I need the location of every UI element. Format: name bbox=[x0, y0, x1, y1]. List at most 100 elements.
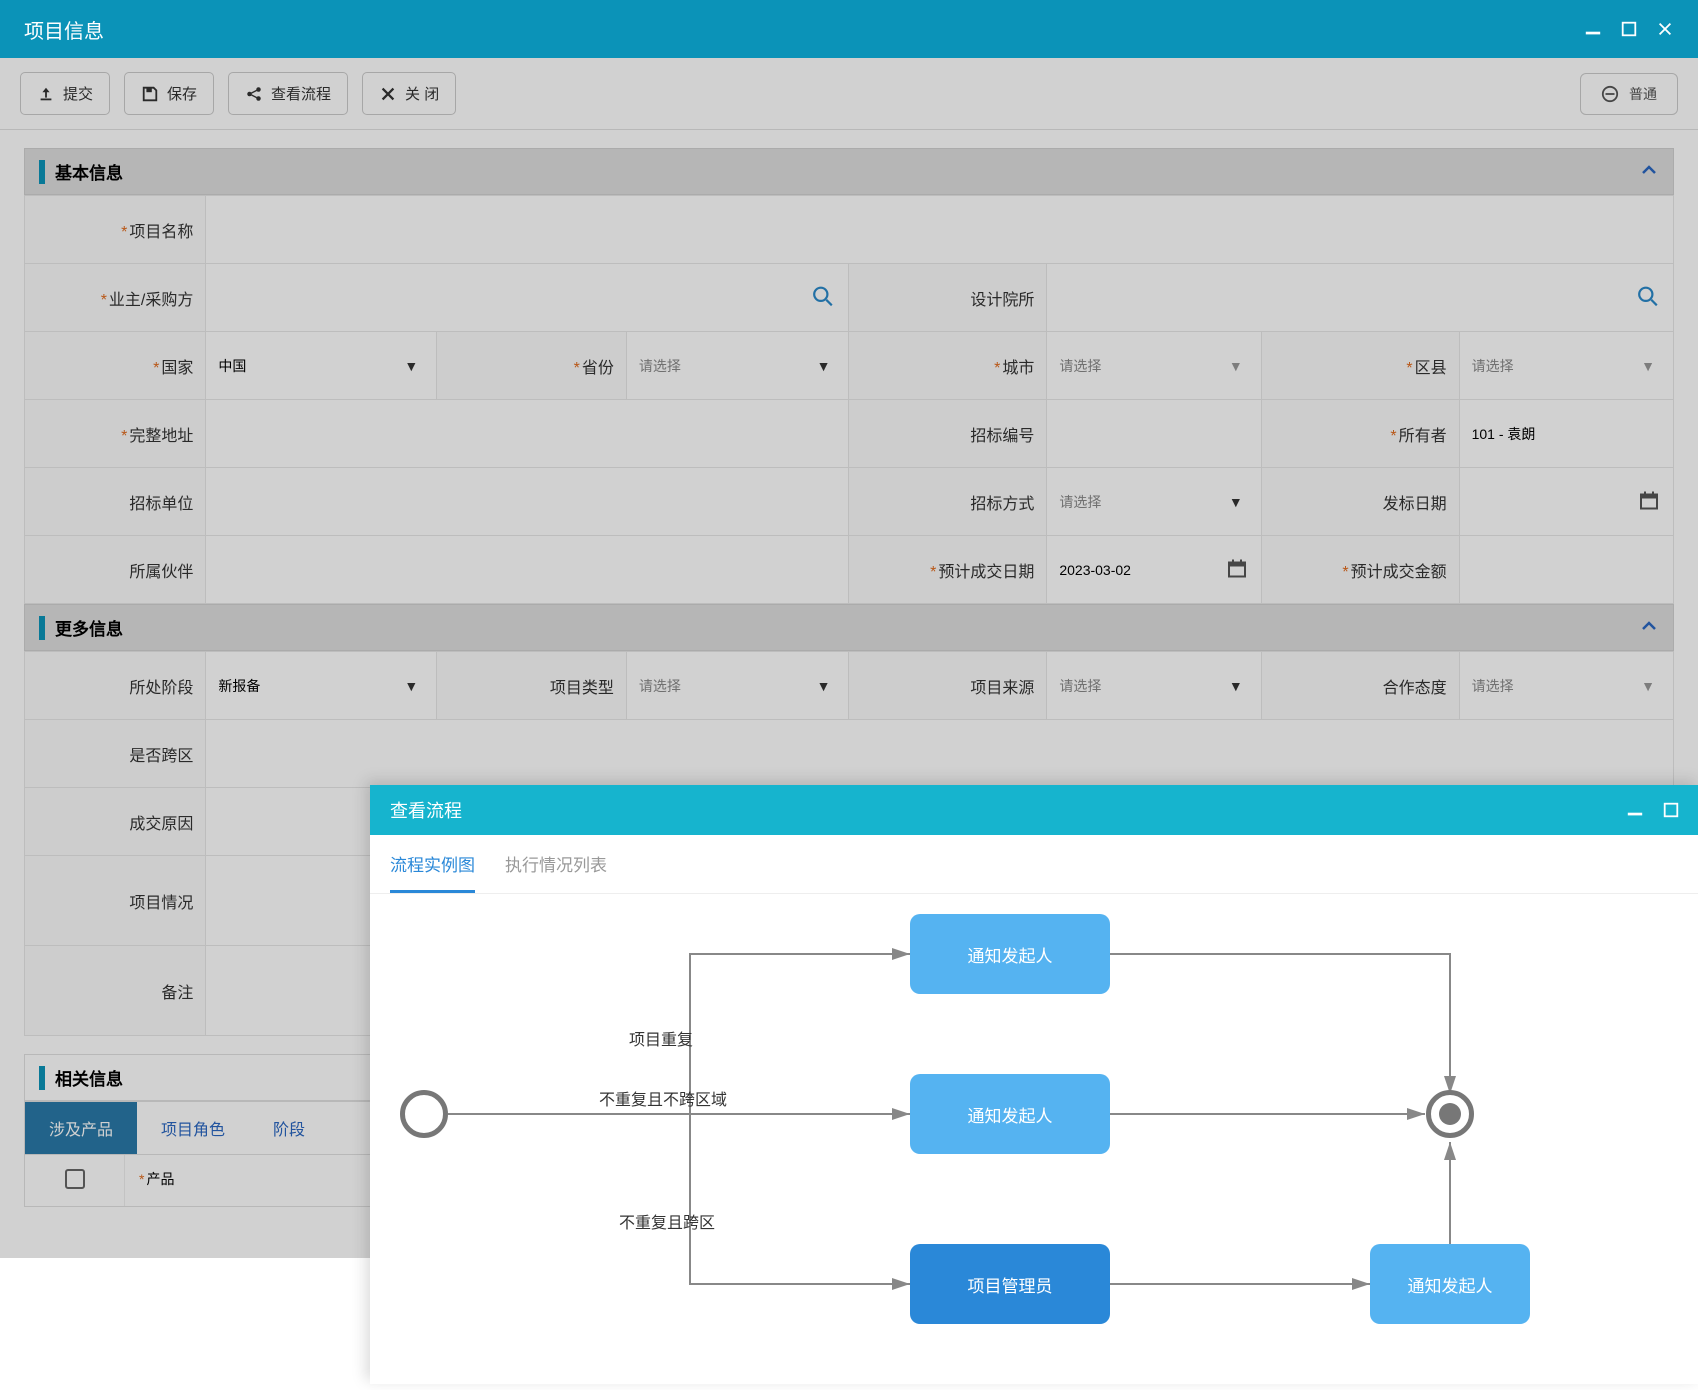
label-full-address: *完整地址 bbox=[25, 400, 206, 468]
label-owner-buyer: *业主/采购方 bbox=[25, 264, 206, 332]
bid-no-input[interactable] bbox=[1059, 416, 1220, 452]
collapse-basic-icon[interactable] bbox=[1639, 160, 1659, 183]
bid-method-select[interactable]: 请选择 bbox=[1059, 494, 1101, 510]
close-icon[interactable] bbox=[1656, 20, 1674, 38]
accent-bar bbox=[39, 616, 45, 640]
main-titlebar: 项目信息 bbox=[0, 0, 1698, 58]
label-province: *省份 bbox=[437, 332, 627, 400]
label-design-inst: 设计院所 bbox=[849, 264, 1047, 332]
save-label: 保存 bbox=[167, 83, 197, 104]
owner-buyer-input[interactable] bbox=[218, 280, 808, 316]
tab-products[interactable]: 涉及产品 bbox=[25, 1102, 137, 1154]
province-select[interactable]: 请选择 bbox=[639, 358, 681, 374]
workflow-canvas: 通知发起人 通知发起人 项目管理员 通知发起人 项目重复 不重复且不跨区域 不重… bbox=[370, 894, 1698, 1384]
chevron-down-icon: ▼ bbox=[404, 358, 418, 374]
wf-tab-diagram[interactable]: 流程实例图 bbox=[390, 851, 475, 893]
form-table-basic: *项目名称 *业主/采购方 设计院所 *国家 中国▼ *省份 请选择▼ *城市 … bbox=[24, 195, 1674, 604]
edge-label-bot: 不重复且跨区 bbox=[615, 1207, 719, 1235]
full-address-input[interactable] bbox=[218, 416, 808, 452]
label-country: *国家 bbox=[25, 332, 206, 400]
country-select[interactable]: 中国 bbox=[218, 358, 246, 374]
upload-icon bbox=[37, 85, 55, 103]
label-expect-amount: *预计成交金额 bbox=[1261, 536, 1459, 604]
edge-label-top: 项目重复 bbox=[625, 1024, 697, 1052]
label-city: *城市 bbox=[849, 332, 1047, 400]
window-title: 项目信息 bbox=[24, 15, 104, 44]
issue-date-input[interactable] bbox=[1472, 484, 1633, 520]
expect-amount-input[interactable] bbox=[1472, 552, 1633, 588]
maximize-icon[interactable] bbox=[1620, 20, 1638, 38]
project-name-input[interactable] bbox=[218, 212, 1633, 248]
city-select[interactable]: 请选择 bbox=[1059, 358, 1101, 374]
flow-node-admin[interactable]: 项目管理员 bbox=[910, 1244, 1110, 1324]
workflow-modal: 查看流程 流程实例图 执行情况列表 bbox=[370, 785, 1698, 1384]
close-button[interactable]: 关 闭 bbox=[362, 72, 456, 115]
design-inst-input[interactable] bbox=[1059, 280, 1633, 316]
chevron-down-icon: ▼ bbox=[1641, 678, 1655, 694]
district-select[interactable]: 请选择 bbox=[1472, 358, 1514, 374]
label-project-status: 项目情况 bbox=[25, 856, 206, 946]
partner-input[interactable] bbox=[218, 552, 808, 588]
chevron-down-icon: ▼ bbox=[1229, 678, 1243, 694]
select-all-checkbox[interactable] bbox=[65, 1169, 85, 1189]
status-icon bbox=[1601, 85, 1619, 103]
submit-label: 提交 bbox=[63, 83, 93, 104]
label-district: *区县 bbox=[1261, 332, 1459, 400]
label-bid-method: 招标方式 bbox=[849, 468, 1047, 536]
flow-node-notify-2[interactable]: 通知发起人 bbox=[910, 1074, 1110, 1154]
label-coop-attitude: 合作态度 bbox=[1261, 652, 1459, 720]
label-project-type: 项目类型 bbox=[437, 652, 627, 720]
col-product: 产品 bbox=[146, 1171, 174, 1187]
wf-maximize-icon[interactable] bbox=[1662, 801, 1680, 819]
save-icon bbox=[141, 85, 159, 103]
owner-value[interactable]: 101 - 袁朗 bbox=[1472, 426, 1536, 442]
minimize-icon[interactable] bbox=[1584, 20, 1602, 38]
flow-start-node bbox=[400, 1090, 448, 1138]
cross-region-input[interactable] bbox=[218, 736, 1633, 772]
section-basic-heading: 基本信息 bbox=[24, 148, 1674, 195]
status-chip[interactable]: 普通 bbox=[1580, 73, 1678, 115]
search-icon[interactable] bbox=[812, 285, 834, 310]
label-deal-reason: 成交原因 bbox=[25, 788, 206, 856]
wf-minimize-icon[interactable] bbox=[1626, 801, 1644, 819]
toolbar: 提交 保存 查看流程 关 闭 普通 bbox=[0, 58, 1698, 130]
label-bid-no: 招标编号 bbox=[849, 400, 1047, 468]
phase-select[interactable]: 新报备 bbox=[218, 678, 260, 694]
chevron-down-icon: ▼ bbox=[404, 678, 418, 694]
coop-attitude-select[interactable]: 请选择 bbox=[1472, 678, 1514, 694]
chevron-down-icon: ▼ bbox=[817, 678, 831, 694]
chevron-down-icon: ▼ bbox=[1229, 494, 1243, 510]
bid-unit-input[interactable] bbox=[218, 484, 808, 520]
project-source-select[interactable]: 请选择 bbox=[1059, 678, 1101, 694]
save-button[interactable]: 保存 bbox=[124, 72, 214, 115]
label-issue-date: 发标日期 bbox=[1261, 468, 1459, 536]
x-icon bbox=[379, 85, 397, 103]
label-project-source: 项目来源 bbox=[849, 652, 1047, 720]
workflow-title: 查看流程 bbox=[390, 797, 462, 823]
flow-end-node bbox=[1426, 1090, 1474, 1138]
calendar-icon[interactable] bbox=[1227, 558, 1247, 581]
label-phase: 所处阶段 bbox=[25, 652, 206, 720]
label-bid-unit: 招标单位 bbox=[25, 468, 206, 536]
search-icon[interactable] bbox=[1637, 285, 1659, 310]
wf-tab-list[interactable]: 执行情况列表 bbox=[505, 851, 607, 893]
section-more-heading: 更多信息 bbox=[24, 604, 1674, 651]
flow-node-notify-1[interactable]: 通知发起人 bbox=[910, 914, 1110, 994]
close-label: 关 闭 bbox=[405, 83, 439, 104]
calendar-icon[interactable] bbox=[1639, 490, 1659, 513]
section-more-title: 更多信息 bbox=[55, 615, 123, 640]
collapse-more-icon[interactable] bbox=[1639, 616, 1659, 639]
expect-date-value[interactable]: 2023-03-02 bbox=[1059, 562, 1131, 578]
submit-button[interactable]: 提交 bbox=[20, 72, 110, 115]
flow-node-notify-3[interactable]: 通知发起人 bbox=[1370, 1244, 1530, 1324]
label-project-name: *项目名称 bbox=[25, 196, 206, 264]
label-partner: 所属伙伴 bbox=[25, 536, 206, 604]
section-related-title: 相关信息 bbox=[55, 1065, 123, 1090]
label-cross-region: 是否跨区 bbox=[25, 720, 206, 788]
tab-roles[interactable]: 项目角色 bbox=[137, 1102, 249, 1154]
project-type-select[interactable]: 请选择 bbox=[639, 678, 681, 694]
tab-stage[interactable]: 阶段 bbox=[249, 1102, 329, 1154]
viewflow-button[interactable]: 查看流程 bbox=[228, 72, 348, 115]
accent-bar bbox=[39, 1066, 45, 1090]
share-icon bbox=[245, 85, 263, 103]
